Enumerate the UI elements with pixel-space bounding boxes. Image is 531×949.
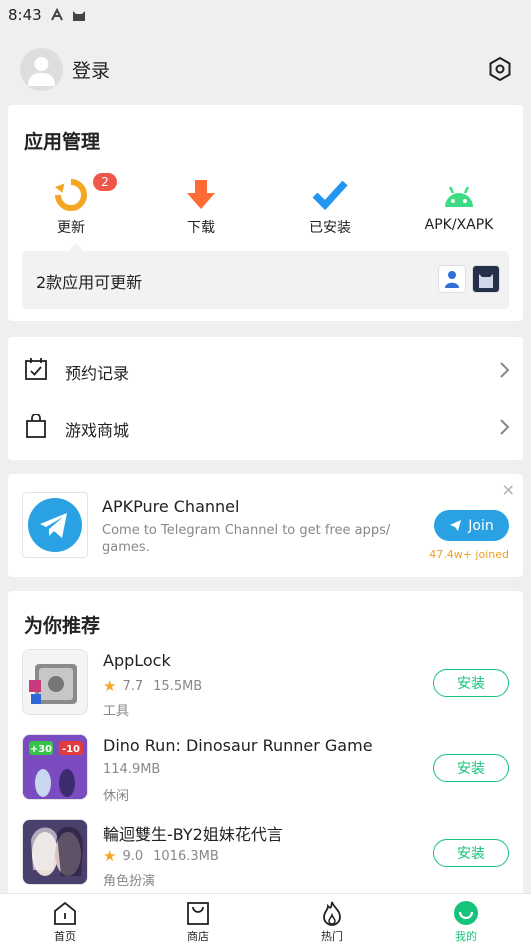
applock-app-icon [22,649,88,715]
pending-app-thumb-2 [472,265,500,293]
app-item-applock[interactable]: AppLock ★ 7.7 15.5MB 工具 安装 [22,649,509,719]
calendar-check-icon [25,358,47,380]
flame-icon [323,901,341,926]
mgmt-installed[interactable]: 已安装 [270,177,390,241]
app-category: 角色扮演 [103,874,156,889]
menu-card: 预约记录 游戏商城 [8,337,523,460]
app-rating: 9.0 [122,848,144,864]
nav-store-label: 商店 [187,930,209,943]
dino-run-app-icon: +30 -10 [22,734,88,800]
app-category: 工具 [103,704,130,719]
telegram-join-label: Join [468,517,494,534]
recommend-title: 为你推荐 [24,615,101,637]
app-meta: ★ 7.7 15.5MB [103,677,202,695]
app-name: AppLock [103,651,171,670]
profile-header: 登录 [0,40,531,100]
telegram-join-button[interactable]: Join [434,510,509,541]
shopping-bag-icon [26,414,46,438]
nav-hot[interactable]: 热门 [297,900,367,944]
star-icon: ★ [103,677,117,695]
recommend-card: 为你推荐 AppLock ★ 7.7 15.5MB 工具 安装 +30 -10 … [8,591,523,901]
chevron-right-icon [500,362,510,378]
nav-home[interactable]: 首页 [30,900,100,944]
svg-text:-10: -10 [62,744,80,755]
menu-item-reservations[interactable]: 预约记录 [8,341,523,398]
installed-check-icon [312,180,348,211]
app-meta: ★ 9.0 1016.3MB [103,847,219,865]
store-icon [187,902,209,925]
status-bar: 8:43 [0,0,531,30]
notification-a-icon [50,8,63,21]
mgmt-installed-label: 已安装 [309,220,351,236]
app-meta: 114.9MB [103,762,160,777]
pending-app-thumb-1 [438,265,466,293]
app-name: 輪迴雙生-BY2姐妹花代言 [103,825,283,844]
telegram-title: APKPure Channel [102,497,240,516]
android-icon [445,186,473,207]
default-avatar-icon [28,57,55,86]
mgmt-download-label: 下载 [187,220,215,236]
telegram-joined-count: 47.4w+ joined [429,548,509,561]
download-icon [187,180,215,209]
mgmt-update-label: 更新 [57,220,85,236]
home-icon [54,901,76,925]
rpg-game-app-icon [22,819,88,885]
update-icon [54,179,87,211]
install-button[interactable]: 安装 [433,839,509,867]
telegram-promo-card: APKPure Channel Come to Telegram Channel… [8,474,523,577]
login-label[interactable]: 登录 [72,56,110,83]
app-rating: 7.7 [122,678,144,694]
menu-item-game-store-label: 游戏商城 [65,421,130,440]
chevron-right-icon [500,419,510,435]
paper-plane-icon [450,520,462,531]
close-icon[interactable]: × [502,480,515,499]
update-count-badge: 2 [93,173,117,191]
nav-me-label: 我的 [455,930,477,943]
update-notice-box[interactable]: 2款应用可更新 [22,251,509,309]
app-item-rpg[interactable]: 輪迴雙生-BY2姐妹花代言 ★ 9.0 1016.3MB 角色扮演 安装 [22,819,509,889]
app-management-card: 应用管理 更新 2 下载 已安装 APK/XAPK 2款应用可更新 [8,105,523,321]
install-button[interactable]: 安装 [433,754,509,782]
mgmt-apk-xapk[interactable]: APK/XAPK [399,177,519,241]
telegram-icon [28,498,82,552]
nav-store[interactable]: 商店 [163,900,233,944]
menu-item-reservations-label: 预约记录 [65,364,130,383]
app-category: 休闲 [103,789,130,804]
app-size: 114.9MB [103,762,161,777]
mgmt-apk-xapk-label: APK/XAPK [424,217,494,233]
nav-hot-label: 热门 [321,930,343,943]
mgmt-download[interactable]: 下载 [141,177,261,241]
app-size: 15.5MB [153,678,203,694]
nav-me[interactable]: 我的 [431,900,501,944]
update-pointer [68,243,84,251]
telegram-logo [22,492,88,558]
app-management-title: 应用管理 [24,131,101,153]
telegram-description: Come to Telegram Channel to get free app… [102,523,391,555]
app-item-dino-run[interactable]: +30 -10 Dino Run: Dinosaur Runner Game 1… [22,734,509,804]
bottom-nav: 首页 商店 热门 我的 [0,893,531,949]
app-size: 1016.3MB [153,848,219,864]
cat-notification-icon [72,11,85,21]
avatar[interactable] [20,48,63,91]
menu-item-game-store[interactable]: 游戏商城 [8,398,523,455]
app-name: Dino Run: Dinosaur Runner Game [103,736,373,755]
smiley-profile-icon [454,901,478,925]
update-notice-text: 2款应用可更新 [36,273,143,292]
install-button[interactable]: 安装 [433,669,509,697]
star-icon: ★ [103,847,117,865]
nav-home-label: 首页 [54,930,76,943]
svg-text:+30: +30 [30,744,52,755]
settings-hexagon-icon[interactable] [487,56,513,82]
status-time: 8:43 [8,6,42,24]
